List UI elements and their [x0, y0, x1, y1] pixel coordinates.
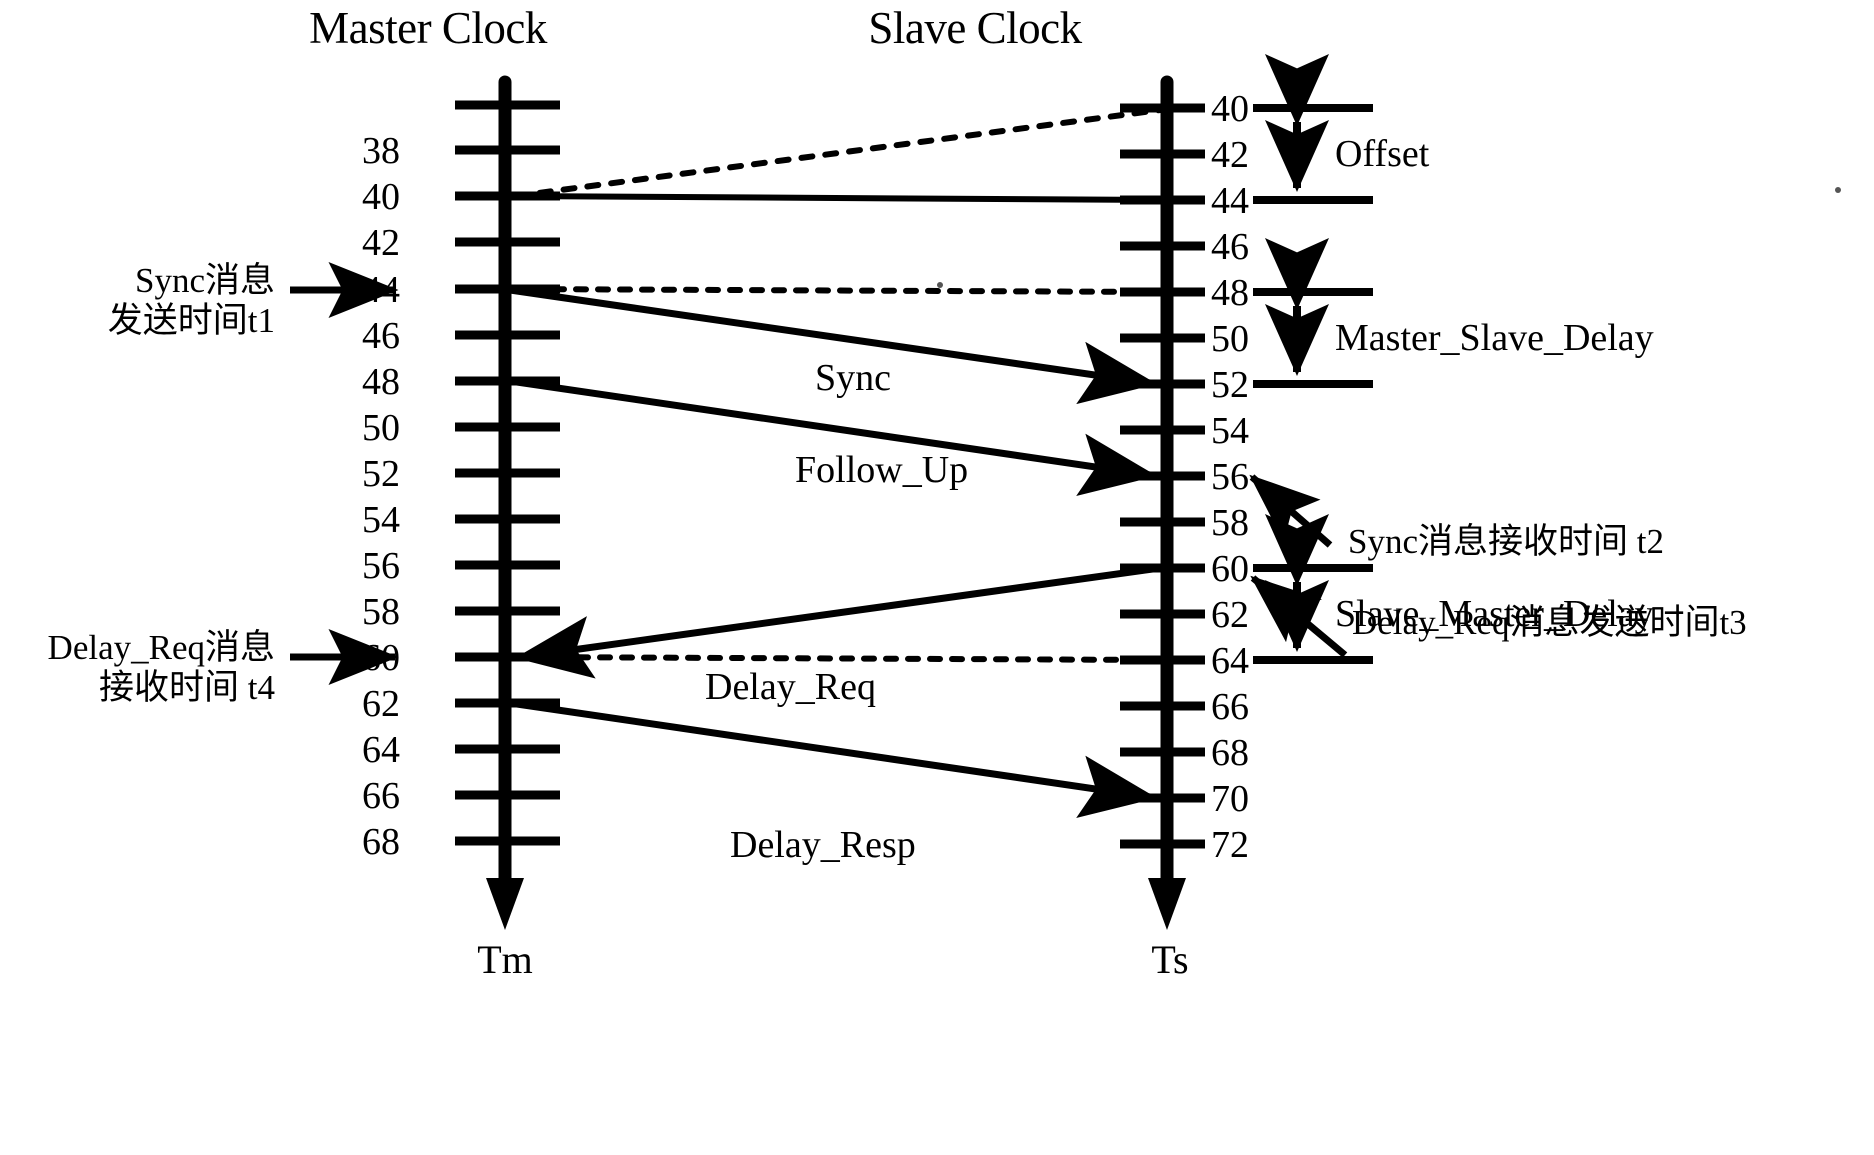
master-tick-label-52: 52	[362, 453, 400, 495]
master-tick-label-42: 42	[362, 222, 400, 264]
slave-tick-label-68: 68	[1211, 732, 1249, 774]
master-tick-label-60: 60	[362, 637, 400, 679]
scan-speck-right	[1835, 187, 1841, 193]
slave-tick-label-60: 60	[1211, 548, 1249, 590]
slave-tick-label-66: 66	[1211, 686, 1249, 728]
slave-tick-label-52: 52	[1211, 364, 1249, 406]
slave-tick-label-62: 62	[1211, 594, 1249, 636]
message-label-delay-req: Delay_Req	[705, 666, 876, 708]
page-title-slave-clock: Slave Clock	[868, 3, 1082, 53]
master-tick-label-66: 66	[362, 775, 400, 817]
ref-line-master60-slave64	[517, 654, 1163, 663]
message-arrow-delay-resp	[509, 699, 1157, 818]
page-title-master-clock: Master Clock	[309, 3, 547, 53]
slave-tick-label-48: 48	[1211, 272, 1249, 314]
master-tick-label-44: 44	[362, 269, 400, 311]
master-tick-label-56: 56	[362, 545, 400, 587]
ref-line-offset-dotted	[513, 107, 1163, 199]
slave-tick-label-70: 70	[1211, 778, 1249, 820]
slave-tick-label-42: 42	[1211, 134, 1249, 176]
master-tick-label-40: 40	[362, 176, 400, 218]
master-tick-label-54: 54	[362, 499, 400, 541]
slave-tick-label-56: 56	[1211, 456, 1249, 498]
slave-tick-label-72: 72	[1211, 824, 1249, 866]
slave-clock-axis-group	[1120, 75, 1205, 930]
annotation-leader-t2	[1249, 474, 1333, 548]
annotation-t2: Sync消息接收时间 t2	[1348, 522, 1664, 561]
ref-line-master44-slave48	[507, 286, 1163, 295]
annotation-t3: Delay_Req消息发送时间t3	[1352, 603, 1747, 642]
bracket-label-master-slave-delay: Master_Slave_Delay	[1335, 317, 1654, 359]
message-label-sync: Sync	[815, 357, 891, 399]
annotation-t4-line1: Delay_Req消息	[47, 628, 275, 667]
master-axis-arrowhead	[486, 878, 524, 930]
message-label-delay-resp: Delay_Resp	[730, 824, 916, 866]
slave-tick-label-46: 46	[1211, 226, 1249, 268]
annotation-t1-line2: 发送时间t1	[107, 301, 275, 340]
master-tick-label-48: 48	[362, 361, 400, 403]
slave-tick-label-58: 58	[1211, 502, 1249, 544]
slave-tick-label-50: 50	[1211, 318, 1249, 360]
master-tick-label-50: 50	[362, 407, 400, 449]
ref-line-master40-slave44	[509, 193, 1161, 203]
annotation-t1-line1: Sync消息	[134, 261, 275, 300]
master-tick-label-62: 62	[362, 683, 400, 725]
message-label-follow-up: Follow_Up	[795, 449, 969, 491]
master-tick-label-38: 38	[362, 130, 400, 172]
master-tick-label-64: 64	[362, 729, 400, 771]
annotation-t4-line2: 接收时间 t4	[99, 668, 275, 707]
master-clock-axis-group	[455, 75, 560, 930]
message-arrow-delay-req	[515, 564, 1161, 679]
axis-name-tm: Tm	[477, 937, 533, 982]
slave-axis-arrowhead	[1148, 878, 1186, 930]
master-tick-label-58: 58	[362, 591, 400, 633]
scan-speck	[937, 282, 943, 288]
slave-tick-label-44: 44	[1211, 180, 1249, 222]
diagram-canvas: Master Clock Slave Clock 38 40 42 44 46 …	[0, 0, 1874, 1155]
master-tick-label-68: 68	[362, 821, 400, 863]
master-tick-label-46: 46	[362, 315, 400, 357]
slave-tick-label-64: 64	[1211, 640, 1249, 682]
slave-tick-label-40: 40	[1211, 88, 1249, 130]
bracket-label-offset: Offset	[1335, 133, 1430, 175]
axis-name-ts: Ts	[1151, 937, 1189, 982]
slave-tick-label-54: 54	[1211, 410, 1249, 452]
diagram-artwork	[290, 54, 1841, 930]
